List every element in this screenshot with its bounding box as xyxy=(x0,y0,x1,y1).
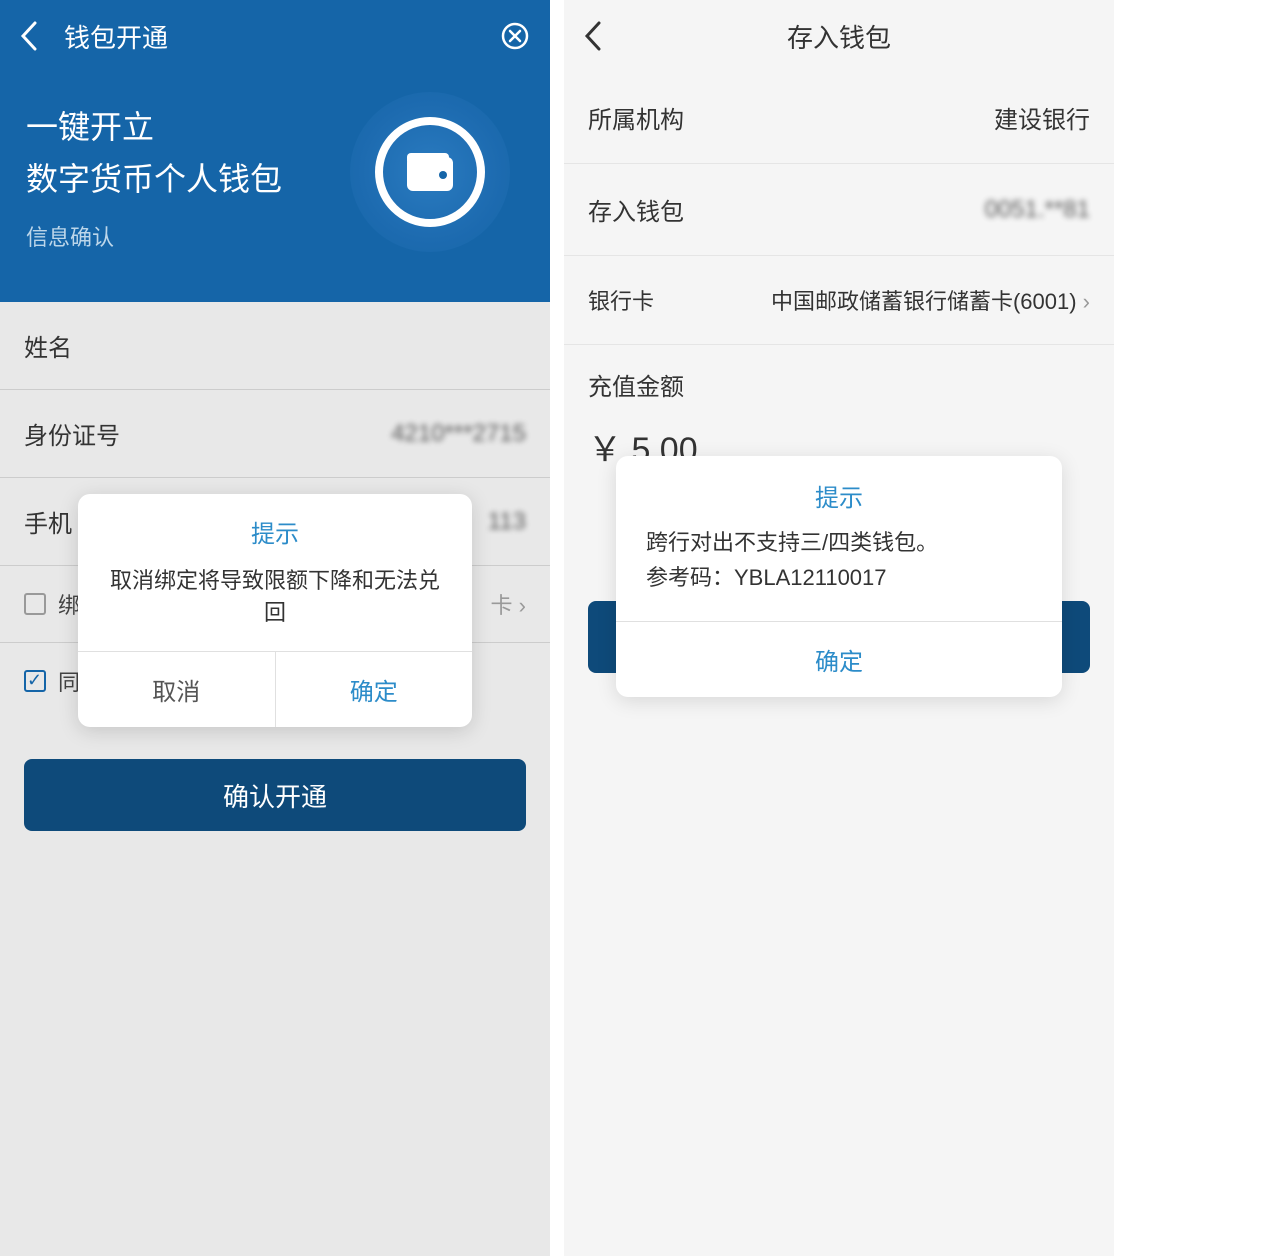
bind-prefix: 绑 xyxy=(58,588,80,620)
bind-suffix: 卡 › xyxy=(491,588,526,620)
dialog-title: 提示 xyxy=(616,456,1062,525)
wallet-value: 0051.**81 xyxy=(985,196,1090,224)
nav-title: 钱包开通 xyxy=(64,18,168,55)
wallet-icon xyxy=(350,92,510,252)
org-row: 所属机构 建设银行 xyxy=(564,72,1114,164)
hero-banner: 一键开立 数字货币个人钱包 信息确认 xyxy=(0,72,550,302)
back-icon[interactable] xyxy=(20,21,44,51)
phone-label: 手机 xyxy=(24,504,72,539)
card-row[interactable]: 银行卡 中国邮政储蓄银行储蓄卡(6001) › xyxy=(564,256,1114,345)
agree-checkbox[interactable] xyxy=(24,670,46,692)
id-value: 4210***2715 xyxy=(391,420,526,448)
dialog-title: 提示 xyxy=(78,494,472,557)
close-icon[interactable] xyxy=(500,21,530,51)
dialog-msg-line1: 跨行对出不支持三/四类钱包。 xyxy=(646,525,1032,560)
left-screenshot: 钱包开通 一键开立 数字货币个人钱包 信息确认 姓名 身份证号 4210***2… xyxy=(0,0,550,1256)
name-row[interactable]: 姓名 xyxy=(0,302,550,390)
error-dialog: 提示 跨行对出不支持三/四类钱包。 参考码：YBLA12110017 确定 xyxy=(616,456,1062,697)
id-label: 身份证号 xyxy=(24,416,120,451)
confirm-unbind-dialog: 提示 取消绑定将导致限额下降和无法兑回 取消 确定 xyxy=(78,494,472,727)
card-label: 银行卡 xyxy=(588,284,654,316)
nav-title: 存入钱包 xyxy=(787,18,891,55)
id-row[interactable]: 身份证号 4210***2715 xyxy=(0,390,550,478)
org-value: 建设银行 xyxy=(994,100,1090,135)
amount-label: 充值金额 xyxy=(564,345,1114,412)
right-screenshot: 存入钱包 所属机构 建设银行 存入钱包 0051.**81 银行卡 中国邮政储蓄… xyxy=(564,0,1114,1256)
wallet-label: 存入钱包 xyxy=(588,192,684,227)
ok-button[interactable]: 确定 xyxy=(616,621,1062,697)
nav-bar: 存入钱包 xyxy=(564,0,1114,72)
cancel-button[interactable]: 取消 xyxy=(78,652,276,727)
card-value: 中国邮政储蓄银行储蓄卡(6001) xyxy=(771,289,1077,314)
wallet-row[interactable]: 存入钱包 0051.**81 xyxy=(564,164,1114,256)
nav-bar: 钱包开通 xyxy=(0,0,550,72)
back-icon[interactable] xyxy=(584,21,602,51)
chevron-right-icon: › xyxy=(519,593,526,618)
ok-button[interactable]: 确定 xyxy=(276,652,473,727)
confirm-open-button[interactable]: 确认开通 xyxy=(24,759,526,831)
name-label: 姓名 xyxy=(24,328,72,363)
org-label: 所属机构 xyxy=(588,100,684,135)
chevron-right-icon: › xyxy=(1083,289,1090,314)
dialog-body: 跨行对出不支持三/四类钱包。 参考码：YBLA12110017 xyxy=(616,525,1062,621)
bind-checkbox[interactable] xyxy=(24,593,46,615)
dialog-msg-line2: 参考码：YBLA12110017 xyxy=(646,560,1032,595)
dialog-message: 取消绑定将导致限额下降和无法兑回 xyxy=(78,557,472,651)
phone-value: 113 xyxy=(488,508,526,536)
